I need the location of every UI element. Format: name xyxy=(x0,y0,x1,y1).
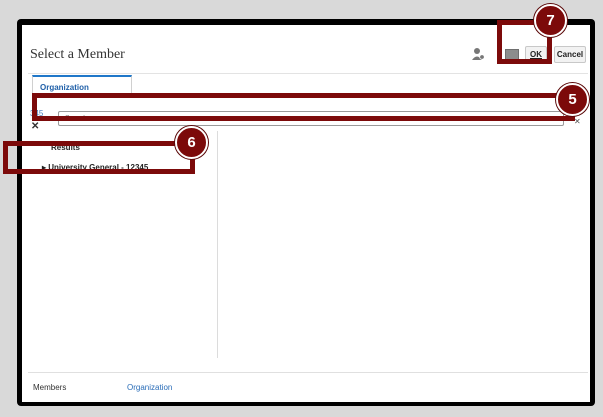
close-right-icon[interactable]: ✕ xyxy=(574,117,581,126)
footer-value-link[interactable]: Organization xyxy=(127,383,172,392)
callout-badge-5: 5 xyxy=(556,83,589,116)
callout-box-6 xyxy=(3,141,195,174)
user-settings-icon[interactable] xyxy=(471,47,485,61)
callout-badge-7: 7 xyxy=(534,4,567,37)
callout-badge-6: 6 xyxy=(175,126,208,159)
callout-box-5 xyxy=(32,93,575,121)
select-member-dialog: Select a Member OK Cancel Organization 3… xyxy=(22,25,590,402)
tab-divider xyxy=(28,73,588,74)
footer-label: Members xyxy=(33,383,67,392)
tab-organization[interactable]: Organization xyxy=(32,75,132,95)
footer-divider xyxy=(28,372,588,373)
dialog-title: Select a Member xyxy=(30,47,125,62)
cancel-button[interactable]: Cancel xyxy=(554,46,586,63)
